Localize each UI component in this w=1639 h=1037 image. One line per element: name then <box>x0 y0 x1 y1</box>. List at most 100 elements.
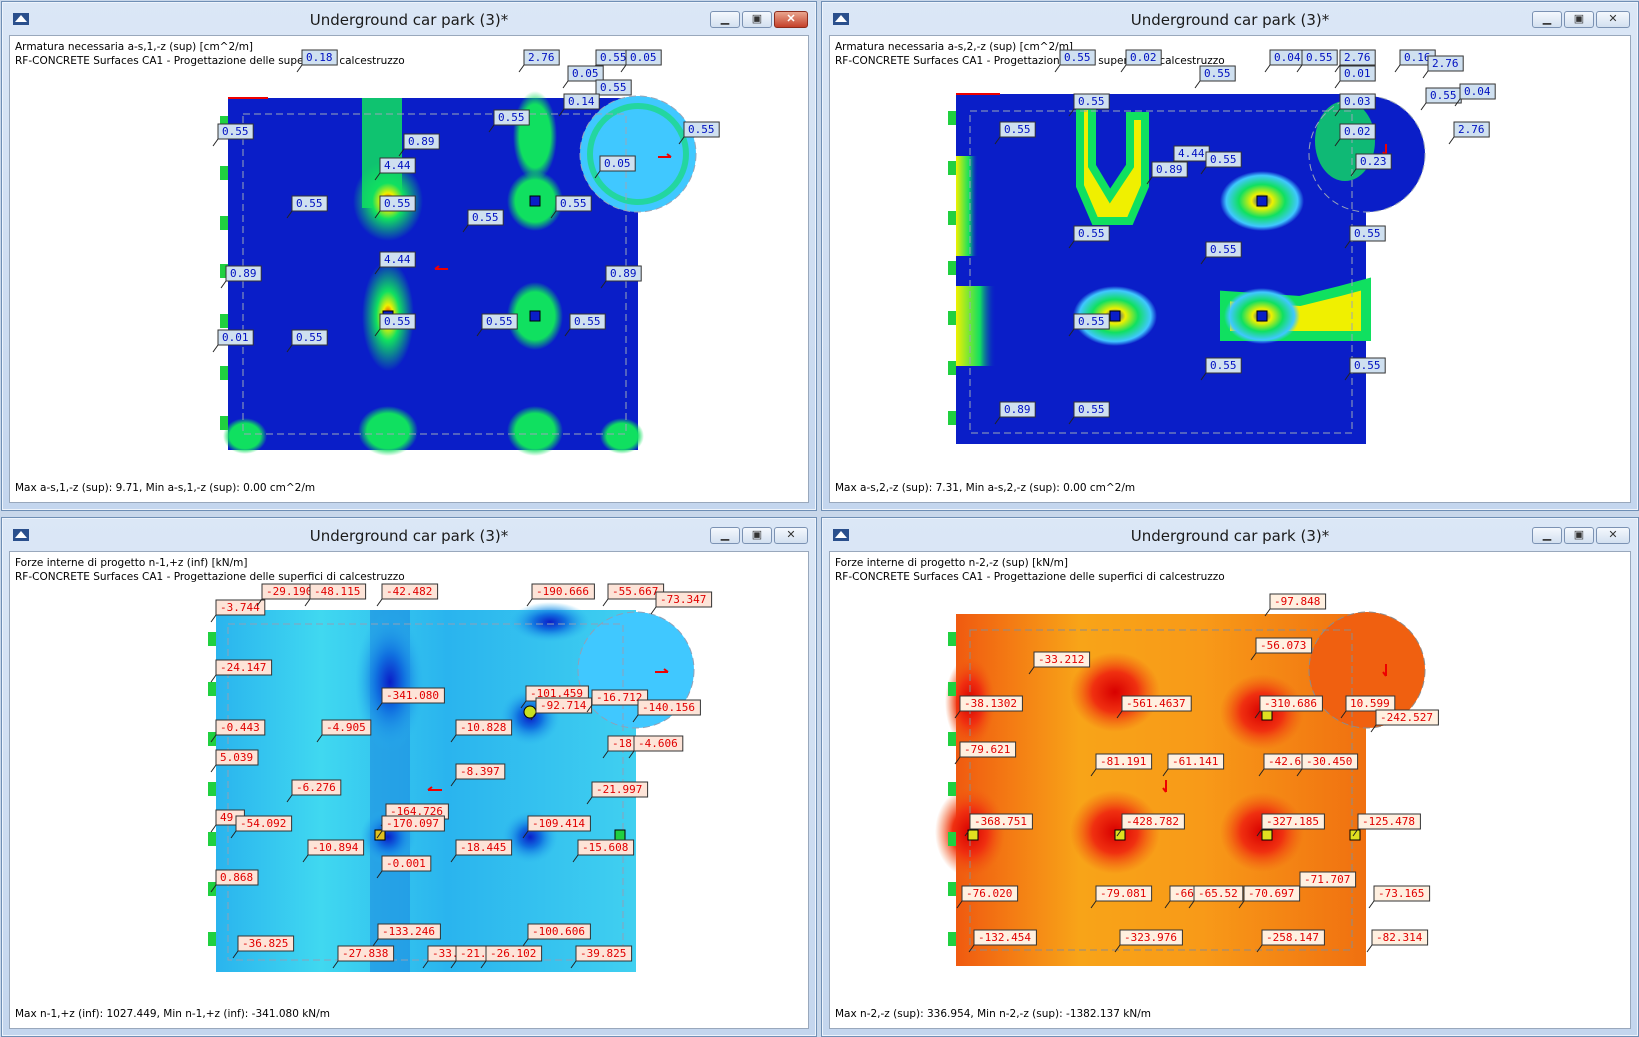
value-label-text: 4.44 <box>1178 147 1205 160</box>
value-label-text: -100.606 <box>532 925 585 938</box>
value-label-leader <box>650 606 657 615</box>
title-bar[interactable]: Underground car park (3)* ▁ ▣ ✕ <box>822 2 1638 36</box>
value-label-leader <box>562 80 569 89</box>
value-label-leader <box>620 64 627 73</box>
contour-zone <box>600 418 644 454</box>
value-label-text: 0.55 <box>688 123 715 136</box>
minimize-icon[interactable]: ▁ <box>710 11 740 28</box>
value-label-text: -368.751 <box>974 815 1027 828</box>
value-label-leader <box>1394 64 1401 73</box>
value-label-text: -16.712 <box>596 691 642 704</box>
close-icon[interactable]: ✕ <box>1596 527 1630 544</box>
value-label: 2.76 <box>1448 121 1490 145</box>
window-bottom-right[interactable]: Underground car park (3)* ▁ ▣ ✕ Forze in… <box>821 517 1639 1037</box>
value-label-text: -30.450 <box>1306 755 1352 768</box>
value-label-text: 0.05 <box>572 67 599 80</box>
value-label: 0.55 <box>1296 49 1338 73</box>
value-label-leader <box>1366 944 1373 953</box>
contour-plot[interactable]: 0.18 2.76 0.55 0.050.050.550.140.550.550.89… <box>10 36 810 506</box>
value-label-text: -125.478 <box>1362 815 1415 828</box>
value-label-leader <box>518 64 525 73</box>
value-label-leader <box>1448 136 1455 145</box>
value-label-text: 0.89 <box>230 267 257 280</box>
contour-plot[interactable]: -97.848 -56.073 -33.212 -38.1302 -561.4637 -3… <box>830 552 1632 1032</box>
value-label: 0.55 <box>1054 49 1096 73</box>
graphic-view[interactable]: Forze interne di progetto n-2,-z (sup) [… <box>829 551 1631 1029</box>
value-label-text: 0.14 <box>568 95 595 108</box>
title-bar[interactable]: Underground car park (3)* ▁ ▣ ✕ <box>2 2 816 36</box>
value-label-text: 0.55 <box>1210 153 1237 166</box>
minimize-icon[interactable]: ▁ <box>1532 527 1562 544</box>
value-label-text: 0.55 <box>384 197 411 210</box>
value-label-text: -29.190 <box>266 585 312 598</box>
value-label-text: -4.905 <box>326 721 366 734</box>
graphic-view[interactable]: Armatura necessaria a-s,1,-z (sup) [cm^2… <box>9 35 809 503</box>
minimize-icon[interactable]: ▁ <box>1532 11 1562 28</box>
status-text: Max n-1,+z (inf): 1027.449, Min n-1,+z (… <box>15 1008 330 1020</box>
minimize-icon[interactable]: ▁ <box>710 527 740 544</box>
window-top-right[interactable]: Underground car park (3)* ▁ ▣ ✕ Armatura… <box>821 1 1639 511</box>
value-label-text: -33.212 <box>1038 653 1084 666</box>
value-label-leader <box>210 674 217 683</box>
value-label-text: -36.825 <box>242 937 288 950</box>
value-label-text: 0.55 <box>600 51 627 64</box>
value-label-text: 0.55 <box>1306 51 1333 64</box>
value-label-leader <box>304 598 311 607</box>
window-top-left[interactable]: Underground car park (3)* ▁ ▣ ✕ Armatura… <box>1 1 817 511</box>
value-label-text: -10.894 <box>312 841 359 854</box>
value-label-text: -54.092 <box>240 817 286 830</box>
window-bottom-left[interactable]: Underground car park (3)* ▁ ▣ ✕ Forze in… <box>1 517 817 1037</box>
value-label-text: -24.147 <box>220 661 266 674</box>
maximize-icon[interactable]: ▣ <box>742 527 772 544</box>
value-label-leader <box>1264 64 1271 73</box>
value-label-text: 0.55 <box>296 197 323 210</box>
value-label-text: 0.16 <box>1404 51 1431 64</box>
value-label-leader <box>1120 64 1127 73</box>
contour-plot[interactable]: -3.744 -29.190 -48.115 -42.482 -190.666 -55.6… <box>10 552 810 1032</box>
value-label-leader <box>212 138 219 147</box>
value-label: 0.55 <box>1194 65 1236 89</box>
value-label-text: -327.185 <box>1266 815 1319 828</box>
window-title: Underground car park (3)* <box>309 527 509 545</box>
value-label-text: 4.44 <box>384 253 411 266</box>
value-label-text: -242.527 <box>1380 711 1433 724</box>
value-label-text: 0.55 <box>472 211 499 224</box>
value-label-text: -42.482 <box>386 585 432 598</box>
close-icon[interactable]: ✕ <box>774 527 808 544</box>
slab <box>956 94 1366 444</box>
title-bar[interactable]: Underground car park (3)* ▁ ▣ ✕ <box>822 518 1638 552</box>
value-label-leader <box>602 598 609 607</box>
maximize-icon[interactable]: ▣ <box>742 11 772 28</box>
value-label-text: 2.76 <box>528 51 555 64</box>
contour-plot[interactable]: 0.55 0.02 0.04 0.55 2.76 0.16 2.760.55 0.010.55… <box>830 36 1632 506</box>
maximize-icon[interactable]: ▣ <box>1564 11 1594 28</box>
value-label-text: -76.020 <box>966 887 1012 900</box>
value-label: 0.05 <box>620 49 662 73</box>
value-label-leader <box>210 764 217 773</box>
maximize-icon[interactable]: ▣ <box>1564 527 1594 544</box>
value-label-text: 0.89 <box>408 135 435 148</box>
close-icon[interactable]: ✕ <box>774 11 808 28</box>
value-label-text: 0.89 <box>610 267 637 280</box>
value-label: 2.76 <box>1422 55 1464 79</box>
value-label-text: 2.76 <box>1344 51 1371 64</box>
status-text: Max a-s,2,-z (sup): 7.31, Min a-s,2,-z (… <box>835 482 1136 494</box>
value-label-text: 0.55 <box>560 197 587 210</box>
value-label: 2.76 <box>518 49 560 73</box>
value-label-leader <box>1420 102 1427 111</box>
slab <box>216 610 636 972</box>
close-icon[interactable]: ✕ <box>1596 11 1630 28</box>
title-bar[interactable]: Underground car park (3)* ▁ ▣ ✕ <box>2 518 816 552</box>
value-label-text: -33. <box>432 947 459 960</box>
value-label-leader <box>220 280 227 289</box>
contour-zone <box>513 91 557 181</box>
value-label: -73.347 <box>650 591 713 615</box>
value-label-text: -97.848 <box>1274 595 1320 608</box>
value-label-text: 0.04 <box>1464 85 1491 98</box>
value-label: -242.527 <box>1370 709 1439 733</box>
graphic-view[interactable]: Armatura necessaria a-s,2,-z (sup) [cm^2… <box>829 35 1631 503</box>
graphic-view[interactable]: Forze interne di progetto n-1,+z (inf) [… <box>9 551 809 1029</box>
value-label: -42.482 <box>376 583 439 607</box>
value-label-leader <box>296 64 303 73</box>
value-label-text: 5.039 <box>220 751 253 764</box>
